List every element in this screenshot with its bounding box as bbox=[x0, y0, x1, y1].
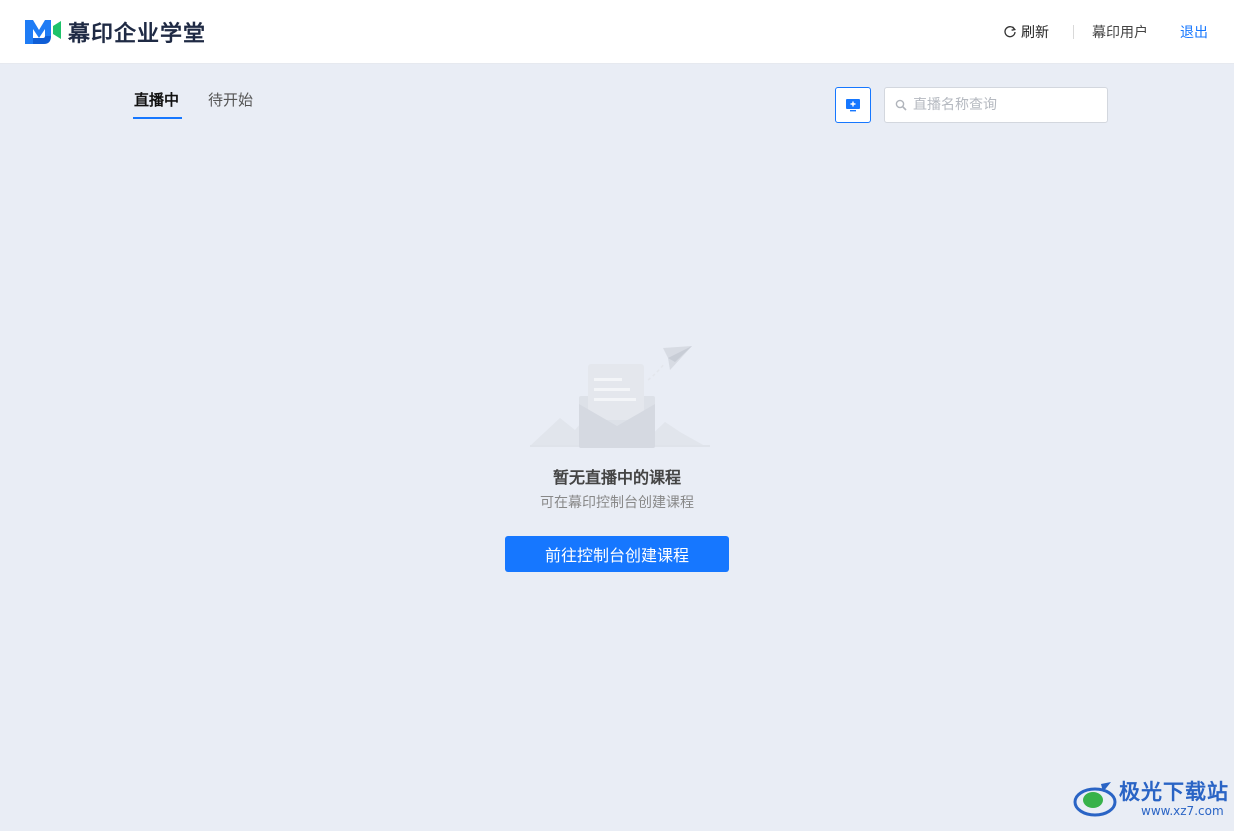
envelope-illustration-icon bbox=[530, 346, 710, 448]
watermark-title: 极光下载站 bbox=[1119, 780, 1229, 804]
logo-icon bbox=[25, 20, 61, 44]
active-tab-indicator bbox=[133, 117, 182, 119]
header-actions: 刷新 幕印用户 退出 bbox=[1003, 0, 1208, 64]
tab-live[interactable]: 直播中 bbox=[134, 89, 179, 110]
refresh-label: 刷新 bbox=[1021, 25, 1049, 41]
empty-state-title: 暂无直播中的课程 bbox=[552, 468, 681, 487]
refresh-icon bbox=[1003, 25, 1017, 39]
go-to-console-button[interactable]: 前往控制台创建课程 bbox=[505, 536, 729, 572]
search-icon bbox=[895, 99, 907, 111]
watermark-logo-icon bbox=[1073, 782, 1117, 817]
empty-state-subtitle: 可在幕印控制台创建课程 bbox=[540, 495, 694, 511]
app-logo: 幕印企业学堂 bbox=[24, 16, 206, 48]
logout-link[interactable]: 退出 bbox=[1180, 22, 1208, 42]
tab-upcoming[interactable]: 待开始 bbox=[208, 89, 253, 110]
search-box bbox=[884, 87, 1108, 123]
empty-state-illustration bbox=[530, 340, 710, 459]
refresh-button[interactable]: 刷新 bbox=[1003, 22, 1049, 42]
search-input[interactable] bbox=[913, 97, 1093, 113]
watermark-url: www.xz7.com bbox=[1141, 804, 1224, 818]
logo-text: 幕印企业学堂 bbox=[68, 22, 207, 47]
watermark: 极光下载站 www.xz7.com bbox=[1073, 778, 1229, 820]
add-live-button[interactable] bbox=[835, 87, 871, 123]
top-header: 幕印企业学堂 刷新 幕印用户 退出 bbox=[0, 0, 1234, 64]
monitor-plus-icon bbox=[846, 99, 860, 112]
username: 幕印用户 bbox=[1092, 25, 1148, 41]
header-divider bbox=[1073, 25, 1074, 39]
